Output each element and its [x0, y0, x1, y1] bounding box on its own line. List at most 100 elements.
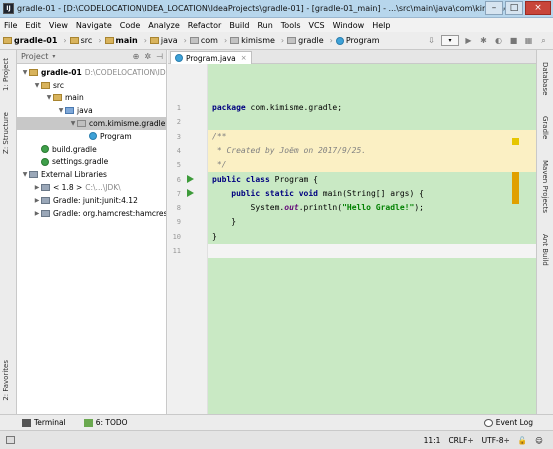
tab-maven-projects[interactable]: Maven Projects — [541, 160, 549, 213]
terminal-tool-button[interactable]: Terminal — [22, 418, 66, 427]
search-icon[interactable]: ⌕ — [538, 35, 549, 46]
close-tab-icon[interactable]: × — [241, 54, 247, 62]
library-icon — [41, 209, 50, 217]
menu-run[interactable]: Run — [257, 21, 272, 30]
editor-tab-bar: Program.java × — [168, 50, 536, 64]
breadcrumb: gradle-01 › src › main › java › com › kimisme… — [0, 32, 553, 50]
run-class-icon[interactable] — [187, 175, 194, 183]
run-config-dropdown[interactable]: ▾ — [441, 35, 459, 46]
menu-view[interactable]: View — [49, 21, 68, 30]
tree-item[interactable]: ▶ Gradle: junit:junit:4.12 — [17, 194, 166, 207]
tree-item[interactable]: ▼ java — [17, 104, 166, 117]
tree-item[interactable]: ▶ < 1.8 > C:\...\JDK\ — [17, 181, 166, 194]
right-tool-strip: Database Gradle Maven Projects Ant Build — [536, 50, 553, 414]
tree-item[interactable]: Program — [17, 130, 166, 143]
menu-vcs[interactable]: VCS — [309, 21, 325, 30]
tab-database[interactable]: Database — [541, 62, 549, 95]
menu-navigate[interactable]: Navigate — [76, 21, 112, 30]
run-icon[interactable]: ▶ — [463, 35, 474, 46]
minimize-button[interactable]: – — [485, 1, 503, 15]
event-log-icon — [483, 418, 493, 427]
chevron-down-icon[interactable]: ▼ — [69, 120, 77, 127]
folder-icon — [104, 37, 114, 44]
caret-position[interactable]: 11:1 — [424, 436, 441, 445]
project-panel-title[interactable]: Project — [21, 52, 48, 61]
tab-project[interactable]: 1: Project — [2, 58, 10, 91]
warning-marker[interactable] — [512, 138, 519, 145]
code-area[interactable]: package com.kimisme.gradle; /** * Create… — [208, 64, 536, 414]
line-separator[interactable]: CRLF÷ — [448, 436, 473, 445]
code-line: System.out.println("Hello Gradle!"); — [212, 203, 424, 213]
chevron-right-icon[interactable]: ▶ — [33, 210, 41, 217]
event-log-button[interactable]: Event Log — [483, 418, 533, 427]
tree-item[interactable]: ▼ src — [17, 79, 166, 92]
gradle-file-icon — [41, 157, 49, 166]
menu-help[interactable]: Help — [372, 21, 390, 30]
tab-ant-build[interactable]: Ant Build — [541, 234, 549, 266]
tab-gradle[interactable]: Gradle — [541, 116, 549, 139]
project-tree: ▼ gradle-01 D:\CODELOCATION\IDE ▼ src ▼ main ▼ j… — [17, 64, 166, 220]
line-number: 2 — [176, 118, 181, 127]
menu-code[interactable]: Code — [120, 21, 140, 30]
tree-item[interactable]: ▼ main — [17, 92, 166, 105]
run-main-icon[interactable] — [187, 189, 194, 197]
breadcrumb-item[interactable]: src — [69, 36, 92, 45]
tab-program-java[interactable]: Program.java × — [170, 51, 252, 64]
menu-tools[interactable]: Tools — [281, 21, 301, 30]
chevron-down-icon[interactable]: ▼ — [57, 107, 65, 114]
lock-icon[interactable]: 🔓 — [518, 436, 527, 445]
window-title: gradle-01 - [D:\CODELOCATION\IDEA_LOCATI… — [17, 4, 507, 13]
line-number: 4 — [176, 146, 181, 155]
tree-item-label: src — [53, 80, 64, 90]
tree-item-path: C:\...\JDK\ — [85, 183, 121, 193]
menu-window[interactable]: Window — [333, 21, 365, 30]
chevron-down-icon[interactable]: ▼ — [21, 69, 29, 76]
inspector-icon[interactable]: ☺ — [535, 436, 543, 445]
tree-item[interactable]: settings.gradle — [17, 156, 166, 169]
breadcrumb-item[interactable]: gradle — [287, 36, 324, 45]
stop-icon[interactable]: ■ — [508, 35, 519, 46]
menu-edit[interactable]: Edit — [25, 21, 41, 30]
hide-panel-icon[interactable]: ⊣ — [156, 52, 163, 61]
chevron-down-icon[interactable]: ▼ — [33, 82, 41, 89]
breadcrumb-item[interactable]: gradle-01 — [3, 36, 57, 45]
menu-analyze[interactable]: Analyze — [148, 21, 180, 30]
chevron-down-icon[interactable]: ▼ — [45, 94, 53, 101]
scroll-from-source-icon[interactable]: ⊕ — [133, 52, 140, 61]
project-panel: Project ▾ ⊕ ✲ ⊣ ▼ gradle-01 D:\CODELOCATIO… — [17, 50, 167, 414]
tree-item[interactable]: ▶ Gradle: org.hamcrest:hamcrest — [17, 207, 166, 220]
maximize-button[interactable]: □ — [505, 1, 523, 15]
tree-item[interactable]: ▼ External Libraries — [17, 168, 166, 181]
breadcrumb-item[interactable]: kimisme — [230, 36, 275, 45]
tree-item[interactable]: ▼ gradle-01 D:\CODELOCATION\IDE — [17, 66, 166, 79]
file-encoding[interactable]: UTF-8÷ — [482, 436, 510, 445]
editor: Program.java × 1 2 3 4 5 6 7 8 9 10 11 p… — [168, 50, 536, 414]
tree-item-label: gradle-01 — [41, 67, 82, 77]
debug-icon[interactable]: ✱ — [478, 35, 489, 46]
tool-windows-toggle-icon[interactable] — [6, 436, 15, 444]
menu-build[interactable]: Build — [229, 21, 249, 30]
chevron-down-icon[interactable]: ▾ — [52, 53, 55, 60]
todo-tool-button[interactable]: 6: TODO — [83, 418, 128, 427]
breadcrumb-item[interactable]: Program — [335, 36, 380, 45]
tab-favorites[interactable]: 2: Favorites — [2, 360, 10, 401]
breadcrumb-item[interactable]: com — [189, 36, 218, 45]
coverage-icon[interactable]: ◐ — [493, 35, 504, 46]
chevron-down-icon[interactable]: ▼ — [21, 171, 29, 178]
comment-marker[interactable] — [512, 172, 519, 204]
menu-refactor[interactable]: Refactor — [188, 21, 222, 30]
build-icon[interactable]: ⇩ — [426, 35, 437, 46]
settings-icon[interactable]: ✲ — [144, 52, 151, 61]
tree-item[interactable]: build.gradle — [17, 143, 166, 156]
menu-file[interactable]: File — [4, 21, 17, 30]
library-icon — [41, 184, 50, 192]
breadcrumb-item[interactable]: java — [149, 36, 178, 45]
chevron-right-icon[interactable]: ▶ — [33, 197, 41, 204]
close-button[interactable]: × — [525, 1, 551, 15]
chevron-right-icon[interactable]: ▶ — [33, 184, 41, 191]
tree-item[interactable]: ▼ com.kimisme.gradle — [17, 117, 166, 130]
tab-structure[interactable]: Z: Structure — [2, 112, 10, 154]
breadcrumb-item[interactable]: main — [104, 36, 138, 45]
project-structure-icon[interactable]: ▦ — [523, 35, 534, 46]
line-number: 8 — [176, 204, 181, 213]
